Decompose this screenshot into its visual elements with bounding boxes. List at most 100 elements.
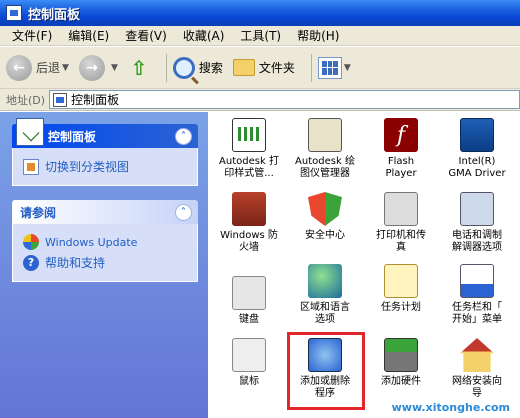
section-body: Windows Update ? 帮助和支持 xyxy=(12,224,198,282)
menu-favorites[interactable]: 收藏(A) xyxy=(175,27,233,44)
up-button[interactable]: ⇧ xyxy=(128,55,150,81)
item-label: 任务计划 xyxy=(381,302,421,313)
toolbar: ← 后退 ▼ → ▼ ⇧ 搜索 文件夹 ▼ xyxy=(0,47,520,89)
taskbar-icon xyxy=(460,264,494,298)
item-network-setup[interactable]: 网络安装向 导 xyxy=(438,338,516,400)
item-label: 电话和调制 解调器选项 xyxy=(452,230,502,253)
item-label: 安全中心 xyxy=(305,230,345,241)
search-icon xyxy=(172,56,195,79)
windows-update-icon xyxy=(23,234,39,250)
address-bar: 地址(D) 控制面板 xyxy=(0,89,520,111)
address-input[interactable]: 控制面板 xyxy=(49,90,520,109)
item-label: Flash Player xyxy=(385,156,417,179)
globe-icon xyxy=(308,264,342,298)
item-label: Autodesk 绘 图仪管理器 xyxy=(295,156,355,179)
printer-icon xyxy=(384,192,418,226)
mouse-icon xyxy=(232,338,266,372)
item-label: 键盘 xyxy=(239,314,259,325)
folders-button[interactable]: 文件夹 xyxy=(232,59,295,76)
control-panel-section: 控制面板 ˄ 切换到分类视图 xyxy=(12,118,198,186)
address-value: 控制面板 xyxy=(71,93,120,107)
firewall-icon xyxy=(232,192,266,226)
help-support-link[interactable]: ? 帮助和支持 xyxy=(23,252,187,273)
windows-update-link[interactable]: Windows Update xyxy=(23,232,187,252)
menu-view[interactable]: 查看(V) xyxy=(117,27,175,44)
item-taskbar-start[interactable]: 任务栏和「 开始」菜单 xyxy=(438,264,516,326)
item-keyboard[interactable]: 键盘 xyxy=(210,264,288,326)
menu-edit[interactable]: 编辑(E) xyxy=(60,27,117,44)
item-label: 任务栏和「 开始」菜单 xyxy=(452,302,502,325)
add-hardware-icon xyxy=(384,338,418,372)
chevron-down-icon: ▼ xyxy=(62,62,69,73)
keyboard-icon xyxy=(232,276,266,310)
section-title: 控制面板 xyxy=(48,129,97,144)
up-folder-icon: ⇧ xyxy=(130,55,148,80)
menu-file[interactable]: 文件(F) xyxy=(4,27,60,44)
see-also-section-header[interactable]: 请参阅 ˄ xyxy=(12,200,198,224)
link-label: 帮助和支持 xyxy=(45,256,106,270)
item-scheduled-tasks[interactable]: 任务计划 xyxy=(362,264,440,314)
toolbar-separator xyxy=(165,53,167,82)
task-pane: 控制面板 ˄ 切换到分类视图 请参阅 ˄ Windows Update ? 帮助… xyxy=(0,112,208,418)
chevron-down-icon: ▼ xyxy=(110,62,118,73)
item-flash-player[interactable]: f Flash Player xyxy=(362,118,440,180)
search-label: 搜索 xyxy=(198,61,223,75)
watermark-text: www.xitonghe.com xyxy=(391,401,510,414)
item-windows-firewall[interactable]: Windows 防 火墙 xyxy=(210,192,288,254)
item-autodesk-plot-styles[interactable]: Autodesk 打 印样式管... xyxy=(210,118,288,180)
item-security-center[interactable]: 安全中心 xyxy=(286,192,364,242)
flash-player-icon: f xyxy=(384,118,418,152)
phone-modem-icon xyxy=(460,192,494,226)
item-label: Intel(R) GMA Driver xyxy=(448,156,506,179)
control-panel-icon xyxy=(53,92,68,107)
back-button[interactable]: ← 后退 ▼ xyxy=(6,54,69,81)
link-label: Windows Update xyxy=(45,235,138,249)
scheduled-tasks-icon xyxy=(384,264,418,298)
control-panel-icon xyxy=(6,5,22,21)
switch-category-view-link[interactable]: 切换到分类视图 xyxy=(23,156,187,177)
collapse-icon[interactable]: ˄ xyxy=(175,127,192,145)
item-intel-gma[interactable]: Intel(R) GMA Driver xyxy=(438,118,516,180)
item-label: 鼠标 xyxy=(239,376,259,387)
section-body: 切换到分类视图 xyxy=(12,148,198,186)
views-button[interactable]: ▼ xyxy=(317,56,351,79)
menu-bar: 文件(F) 编辑(E) 查看(V) 收藏(A) 工具(T) 帮助(H) xyxy=(0,26,520,46)
item-add-hardware[interactable]: 添加硬件 xyxy=(362,338,440,388)
chevron-down-icon: ▼ xyxy=(343,62,351,73)
address-label: 地址(D) xyxy=(6,93,46,107)
forward-arrow-icon: → xyxy=(78,54,105,81)
search-button[interactable]: 搜索 xyxy=(172,56,223,79)
forward-button[interactable]: → ▼ xyxy=(78,54,118,81)
item-label: 打印机和传 真 xyxy=(376,230,426,253)
link-label: 切换到分类视图 xyxy=(45,160,130,174)
selection-highlight xyxy=(287,332,365,410)
window-title: 控制面板 xyxy=(28,7,81,23)
item-label: 网络安装向 导 xyxy=(452,376,502,399)
item-label: Autodesk 打 印样式管... xyxy=(219,156,279,179)
folder-icon xyxy=(232,59,255,76)
item-label: 区域和语言 选项 xyxy=(300,302,350,325)
category-view-icon xyxy=(23,158,39,175)
help-icon: ? xyxy=(23,254,39,271)
menu-tools[interactable]: 工具(T) xyxy=(232,27,289,44)
see-also-section: 请参阅 ˄ Windows Update ? 帮助和支持 xyxy=(12,200,198,282)
item-phone-modem[interactable]: 电话和调制 解调器选项 xyxy=(438,192,516,254)
back-label: 后退 xyxy=(36,61,61,75)
control-panel-section-header[interactable]: 控制面板 ˄ xyxy=(12,118,198,148)
autodesk-plot-style-icon xyxy=(232,118,266,152)
folders-label: 文件夹 xyxy=(258,61,295,75)
toolbar-separator xyxy=(310,53,312,82)
back-arrow-icon: ← xyxy=(6,54,32,81)
security-center-icon xyxy=(308,192,342,226)
network-setup-icon xyxy=(460,338,494,372)
menu-help[interactable]: 帮助(H) xyxy=(289,27,347,44)
intel-gma-icon xyxy=(460,118,494,152)
item-mouse[interactable]: 鼠标 xyxy=(210,338,288,388)
item-regional-language[interactable]: 区域和语言 选项 xyxy=(286,264,364,326)
item-autodesk-plotter[interactable]: Autodesk 绘 图仪管理器 xyxy=(286,118,364,180)
item-printers-faxes[interactable]: 打印机和传 真 xyxy=(362,192,440,254)
item-label: 添加硬件 xyxy=(381,376,421,387)
collapse-icon[interactable]: ˄ xyxy=(175,203,192,221)
item-label: Windows 防 火墙 xyxy=(220,230,278,253)
title-bar[interactable]: 控制面板 xyxy=(0,0,520,26)
